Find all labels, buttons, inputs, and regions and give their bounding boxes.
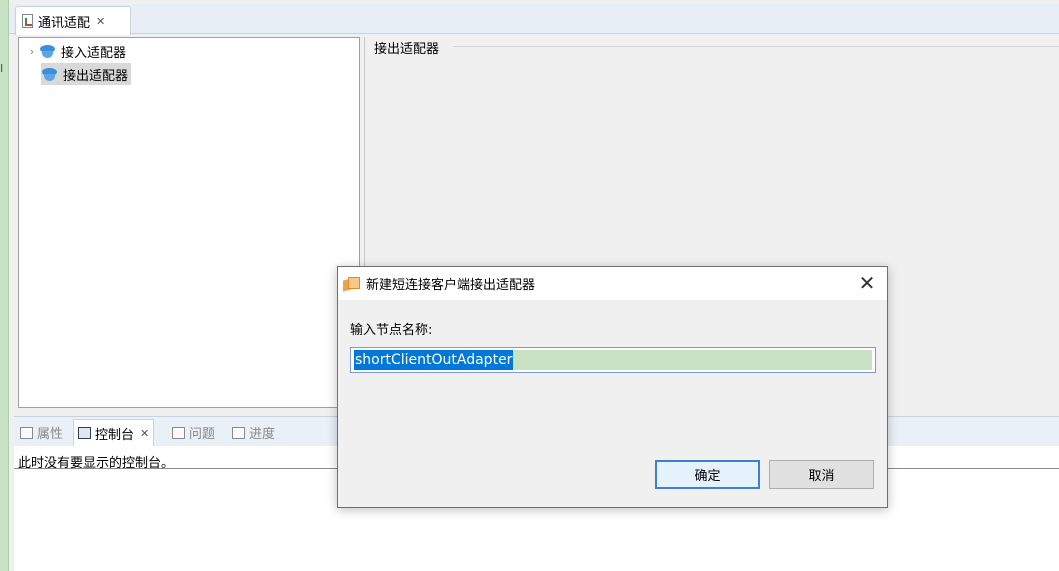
left-panel-strip: I — [0, 0, 9, 571]
strip-marker: I — [0, 62, 4, 75]
adapter-icon — [39, 44, 56, 59]
dialog-titlebar[interactable]: 新建短连接客户端接出适配器 ✕ — [338, 267, 887, 300]
group-title: 接出适配器 — [374, 38, 442, 57]
ok-button[interactable]: 确定 — [655, 460, 760, 489]
progress-icon — [232, 426, 245, 439]
tab-label: 控制台 — [95, 427, 135, 443]
chevron-right-icon[interactable]: › — [25, 45, 39, 58]
tab-properties[interactable]: 属性 — [16, 419, 67, 446]
tree-item-outbound-adapter[interactable]: 接出适配器 — [41, 63, 132, 85]
tree-item-label: 接入适配器 — [61, 45, 127, 61]
document-icon — [22, 14, 33, 28]
tree-item-inbound-adapter[interactable]: › 接入适配器 — [25, 40, 126, 62]
tree-item-label: 接出适配器 — [63, 68, 129, 84]
new-adapter-dialog: 新建短连接客户端接出适配器 ✕ 输入节点名称: shortClientOutAd… — [337, 266, 888, 508]
tab-problems[interactable]: 问题 — [168, 419, 219, 446]
input-highlight — [513, 350, 872, 370]
tab-label: 属性 — [37, 427, 64, 442]
tab-label: 进度 — [249, 427, 276, 442]
close-icon[interactable]: ✕ — [96, 15, 105, 28]
cancel-button[interactable]: 取消 — [769, 460, 874, 489]
dialog-title: 新建短连接客户端接出适配器 — [366, 278, 536, 293]
problems-icon — [172, 426, 185, 439]
tab-label: 通讯适配 — [38, 15, 91, 31]
close-icon[interactable]: ✕ — [855, 272, 879, 294]
tab-progress[interactable]: 进度 — [228, 419, 279, 446]
group-divider — [453, 46, 1059, 47]
node-name-input[interactable]: shortClientOutAdapter — [350, 347, 876, 373]
node-name-value: shortClientOutAdapter — [354, 350, 514, 370]
editor-tab-bar: 通讯适配 ✕ — [9, 4, 1059, 35]
node-name-label: 输入节点名称: — [350, 323, 433, 338]
tab-label: 问题 — [189, 427, 216, 442]
properties-icon — [20, 426, 33, 439]
adapter-icon — [41, 67, 58, 82]
tab-console[interactable]: 控制台 ✕ — [73, 419, 155, 446]
app-icon — [342, 276, 360, 292]
console-icon — [78, 427, 91, 439]
tab-communication-adapter[interactable]: 通讯适配 ✕ — [15, 6, 131, 35]
adapter-tree: › 接入适配器 接出适配器 — [18, 37, 360, 408]
close-icon[interactable]: ✕ — [140, 427, 149, 440]
